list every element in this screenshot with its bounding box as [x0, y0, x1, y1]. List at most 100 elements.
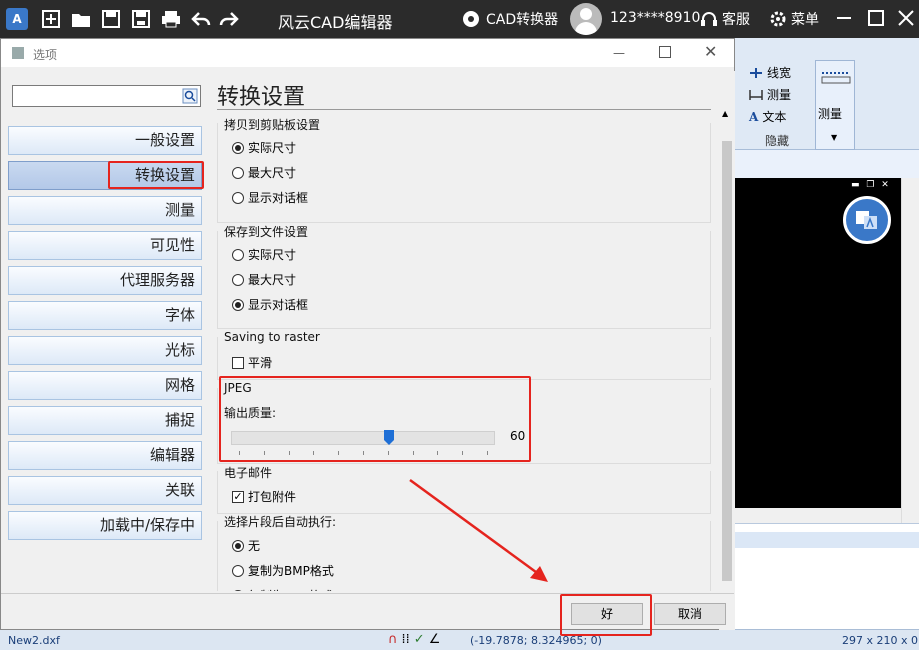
clip-radios-option-1[interactable]: 最大尺寸 [232, 164, 296, 181]
radio-dot[interactable] [232, 589, 244, 591]
search-icon[interactable] [182, 88, 198, 104]
raster-group-title: Saving to raster [224, 330, 320, 344]
undo-icon[interactable] [190, 8, 212, 30]
file-radios-option-0[interactable]: 实际尺寸 [232, 246, 296, 263]
panel-strip [735, 150, 919, 178]
status-paper-size: 297 x 210 x 0 [842, 634, 918, 647]
radio-label: 实际尺寸 [248, 141, 297, 155]
ortho-icon[interactable]: ✓ [414, 632, 425, 647]
pack-attachment-checkbox[interactable]: ✓ 打包附件 [232, 488, 296, 505]
maximize-icon[interactable] [866, 8, 886, 28]
ribbon-measure-big-button[interactable]: 测量 ▼ [815, 60, 855, 150]
radio-label: 实际尺寸 [248, 248, 297, 262]
redo-icon[interactable] [218, 8, 240, 30]
status-toggles[interactable]: ∩ ⁞⁞ ✓ ∠ [388, 632, 440, 647]
radio-label: 复制为BMP格式 [248, 564, 334, 578]
cancel-button[interactable]: 取消 [654, 603, 726, 625]
content-scroll-thumb[interactable] [722, 141, 732, 581]
radio-dot[interactable] [232, 298, 244, 311]
radio-dot[interactable] [232, 273, 244, 286]
print-icon[interactable] [160, 8, 182, 30]
ribbon-measure-small[interactable]: 测量 [749, 86, 791, 103]
radio-label: 显示对话框 [248, 298, 309, 312]
content-scrollbar[interactable]: ▲ ▼ [719, 109, 735, 630]
radio-dot[interactable] [232, 539, 244, 552]
user-avatar[interactable] [570, 3, 602, 35]
lower-panel-header [735, 532, 919, 548]
nav-item-7[interactable]: 网格 [8, 371, 202, 400]
menu-gear-icon [770, 11, 786, 27]
cad-converter-button[interactable]: CAD转换器 [462, 9, 558, 29]
radio-dot[interactable] [232, 141, 244, 154]
save-as-icon[interactable] [130, 8, 152, 30]
dialog-minimize-icon[interactable]: — [613, 46, 625, 60]
file-radios-option-1[interactable]: 最大尺寸 [232, 271, 296, 288]
linewidth-icon [750, 67, 762, 78]
app-logo-icon: A [6, 8, 28, 30]
scroll-up-icon[interactable]: ▲ [722, 109, 728, 118]
file-radios-option-2[interactable]: 显示对话框 [232, 296, 308, 313]
clip-radios-option-0[interactable]: 实际尺寸 [232, 139, 296, 156]
radio-label: 复制为EMF格式 [248, 587, 333, 591]
smooth-checkbox-box[interactable] [232, 356, 244, 369]
headset-icon [701, 12, 717, 26]
polar-icon[interactable]: ∠ [429, 632, 441, 647]
clip-radios-option-2[interactable]: 显示对话框 [232, 189, 308, 206]
grid-icon[interactable]: ⁞⁞ [402, 632, 410, 647]
smooth-checkbox[interactable]: 平滑 [232, 354, 272, 371]
menu-button[interactable]: 菜单 [769, 9, 819, 29]
nav-item-3[interactable]: 可见性 [8, 231, 202, 260]
ribbon-text[interactable]: A 文本 [749, 108, 786, 125]
auto-radios-option-0[interactable]: 无 [232, 537, 260, 554]
app-titlebar: A 风云CAD编辑器 CAD转换器 123****8910 客服 菜单 [0, 0, 919, 38]
pack-label: 打包附件 [248, 490, 297, 504]
dialog-icon [12, 47, 24, 59]
ribbon-linewidth[interactable]: 线宽 [749, 64, 791, 81]
canvas-vertical-scrollbar[interactable] [901, 178, 919, 523]
nav-item-10[interactable]: 关联 [8, 476, 202, 505]
highlight-active-nav [108, 161, 204, 189]
translate-icon[interactable] [843, 196, 891, 244]
nav-item-4[interactable]: 代理服务器 [8, 266, 202, 295]
dialog-title: 选项 [33, 48, 58, 62]
minimize-icon[interactable] [834, 8, 854, 28]
auto-radios-option-2[interactable]: 复制为EMF格式 [232, 587, 333, 591]
dropdown-caret-icon: ▼ [831, 133, 838, 142]
save-icon[interactable] [100, 8, 122, 30]
customer-service-button[interactable]: 客服 [700, 9, 750, 29]
dialog-close-icon[interactable]: ✕ [704, 42, 717, 61]
email-group-title: 电子邮件 [224, 466, 273, 480]
open-folder-icon[interactable] [70, 8, 92, 30]
dialog-maximize-icon[interactable] [659, 46, 671, 58]
pack-checkbox-box[interactable]: ✓ [232, 490, 244, 503]
nav-item-9[interactable]: 编辑器 [8, 441, 202, 470]
user-account[interactable]: 123****8910 [610, 10, 700, 26]
options-search-input[interactable] [12, 85, 201, 107]
close-icon[interactable] [896, 8, 916, 28]
title-divider [217, 109, 711, 110]
radio-dot[interactable] [232, 191, 244, 204]
auto-radios-option-1[interactable]: 复制为BMP格式 [232, 562, 334, 579]
nav-item-11[interactable]: 加载中/保存中 [8, 511, 202, 540]
file-group-title: 保存到文件设置 [224, 225, 309, 239]
nav-item-6[interactable]: 光标 [8, 336, 202, 365]
ribbon-text-label: 文本 [762, 110, 787, 124]
new-file-icon[interactable] [40, 8, 62, 30]
canvas-horizontal-scrollbar[interactable] [735, 508, 901, 523]
nav-item-5[interactable]: 字体 [8, 301, 202, 330]
radio-label: 显示对话框 [248, 191, 309, 205]
ruler-icon [821, 72, 851, 84]
magnet-icon[interactable]: ∩ [388, 632, 398, 647]
customer-service-label: 客服 [722, 12, 750, 28]
app-title: 风云CAD编辑器 [278, 13, 393, 32]
nav-item-0[interactable]: 一般设置 [8, 126, 202, 155]
radio-dot[interactable] [232, 248, 244, 261]
cad-converter-label: CAD转换器 [486, 12, 559, 28]
nav-item-8[interactable]: 捕捉 [8, 406, 202, 435]
status-file-name: New2.dxf [8, 634, 60, 647]
canvas-window-controls[interactable]: ▬ ❐ ✕ [851, 180, 891, 190]
ribbon-measure-small-label: 测量 [767, 88, 792, 102]
radio-dot[interactable] [232, 166, 244, 179]
radio-dot[interactable] [232, 564, 244, 577]
nav-item-2[interactable]: 测量 [8, 196, 202, 225]
